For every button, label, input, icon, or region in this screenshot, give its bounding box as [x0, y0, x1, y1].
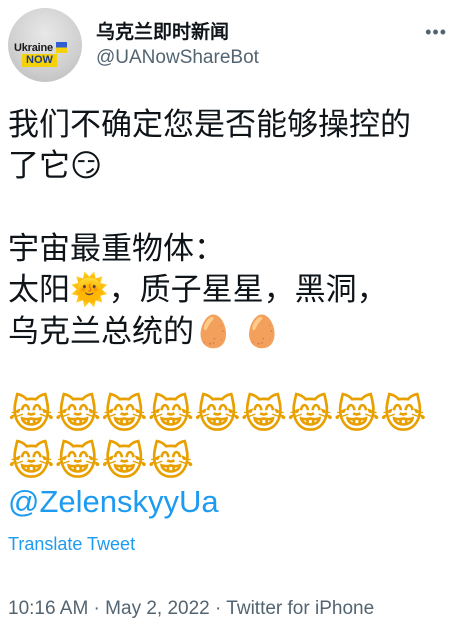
- laughing-cat-emoji-icon: 😹: [147, 392, 195, 438]
- laughing-cat-emoji-icon: 😹: [101, 392, 148, 438]
- author-name[interactable]: 乌克兰即时新闻: [96, 17, 229, 44]
- laughing-cat-emoji-icon: 😹: [8, 392, 55, 438]
- tweet-meta: 10:16 AM · May 2, 2022 · Twitter for iPh…: [8, 598, 374, 620]
- avatar-logo-now: NOW: [22, 54, 57, 67]
- tweet-line-5: 乌克兰总统的🥚 🥚: [8, 311, 459, 353]
- more-dots-icon[interactable]: •••: [425, 22, 447, 43]
- laughing-cat-emoji-icon: 😹: [101, 439, 148, 485]
- translate-tweet-link[interactable]: Translate Tweet: [8, 534, 135, 555]
- laughing-cat-emoji-icon: 😹: [240, 392, 288, 438]
- meta-separator: ·: [88, 598, 106, 619]
- laughing-cat-emoji-icon: 😹: [287, 392, 334, 438]
- meta-separator: ·: [209, 598, 227, 619]
- flag-icon: [56, 42, 67, 53]
- avatar-logo-text: Ukraine: [14, 42, 53, 54]
- laughing-cat-emoji-icon: 😹: [54, 392, 102, 438]
- tweet-line-1: 我们不确定您是否能够操控的: [8, 107, 411, 142]
- tweet-line-5-text: 乌克兰总统的: [8, 314, 194, 349]
- laughing-cat-emoji-row: 😹😹😹😹😹😹😹😹😹: [8, 392, 459, 439]
- tweet-line-2: 了它😏: [8, 145, 459, 187]
- tweet-header: Ukraine NOW 乌克兰即时新闻 @UANowShareBot •••: [8, 8, 459, 84]
- tweet-source[interactable]: Twitter for iPhone: [226, 598, 374, 619]
- tweet-line-4b: ，质子星星，黑洞，: [108, 272, 388, 307]
- egg-emoji-icon: 🥚 🥚: [194, 314, 282, 350]
- avatar[interactable]: Ukraine NOW: [8, 8, 82, 82]
- author-handle[interactable]: @UANowShareBot: [96, 47, 259, 69]
- laughing-cat-emoji-row: 😹😹😹😹: [8, 439, 459, 486]
- sun-emoji-icon: 🌞: [70, 272, 109, 308]
- tweet-line-3: 宇宙最重物体：: [8, 231, 225, 266]
- laughing-cat-emoji-icon: 😹: [380, 392, 427, 438]
- laughing-cat-emoji-icon: 😹: [8, 439, 55, 485]
- smirk-emoji-icon: 😏: [70, 148, 103, 184]
- tweet-line-4a: 太阳: [8, 272, 70, 307]
- laughing-cat-emoji-icon: 😹: [147, 439, 195, 485]
- tweet-text: 我们不确定您是否能够操控的 了它😏 宇宙最重物体： 太阳🌞，质子星星，黑洞， 乌…: [8, 104, 459, 486]
- laughing-cat-emoji-icon: 😹: [54, 439, 102, 485]
- laughing-cat-emoji-icon: 😹: [333, 392, 381, 438]
- tweet-line-2-text: 了它: [8, 148, 70, 183]
- laughing-cat-emoji-icon: 😹: [194, 392, 241, 438]
- tweet-date[interactable]: May 2, 2022: [105, 598, 210, 619]
- tweet-line-4: 太阳🌞，质子星星，黑洞，: [8, 269, 459, 311]
- mention-link[interactable]: @ZelenskyyUa: [8, 484, 219, 520]
- tweet-time[interactable]: 10:16 AM: [8, 598, 88, 619]
